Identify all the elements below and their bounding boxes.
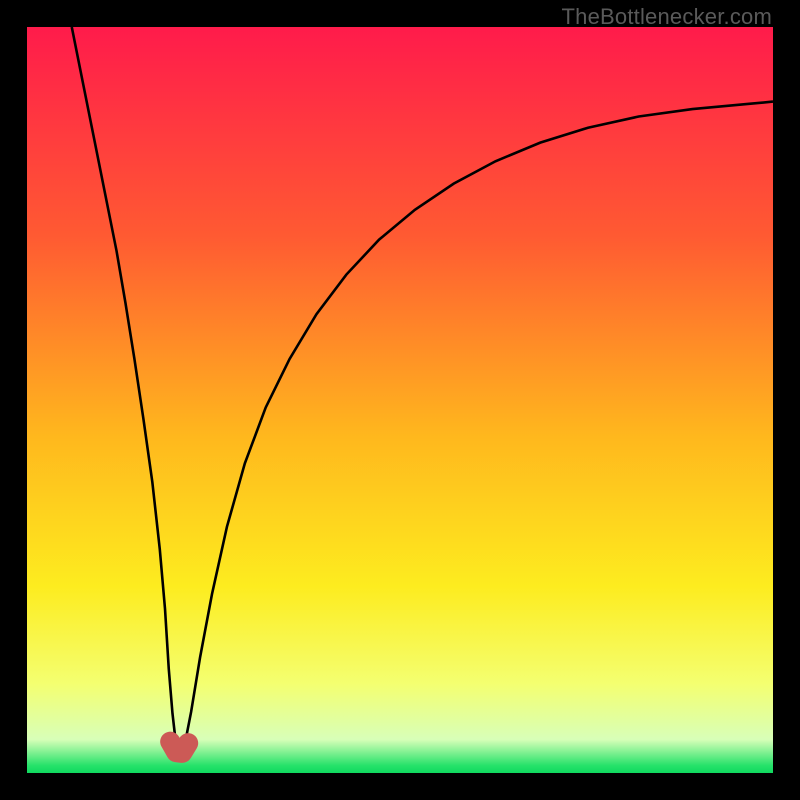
plot-area (27, 27, 773, 773)
gradient-background (27, 27, 773, 773)
watermark-text: TheBottlenecker.com (562, 4, 772, 30)
bottleneck-minimum-marker (170, 742, 188, 753)
outer-frame: TheBottlenecker.com (0, 0, 800, 800)
chart-svg (27, 27, 773, 773)
